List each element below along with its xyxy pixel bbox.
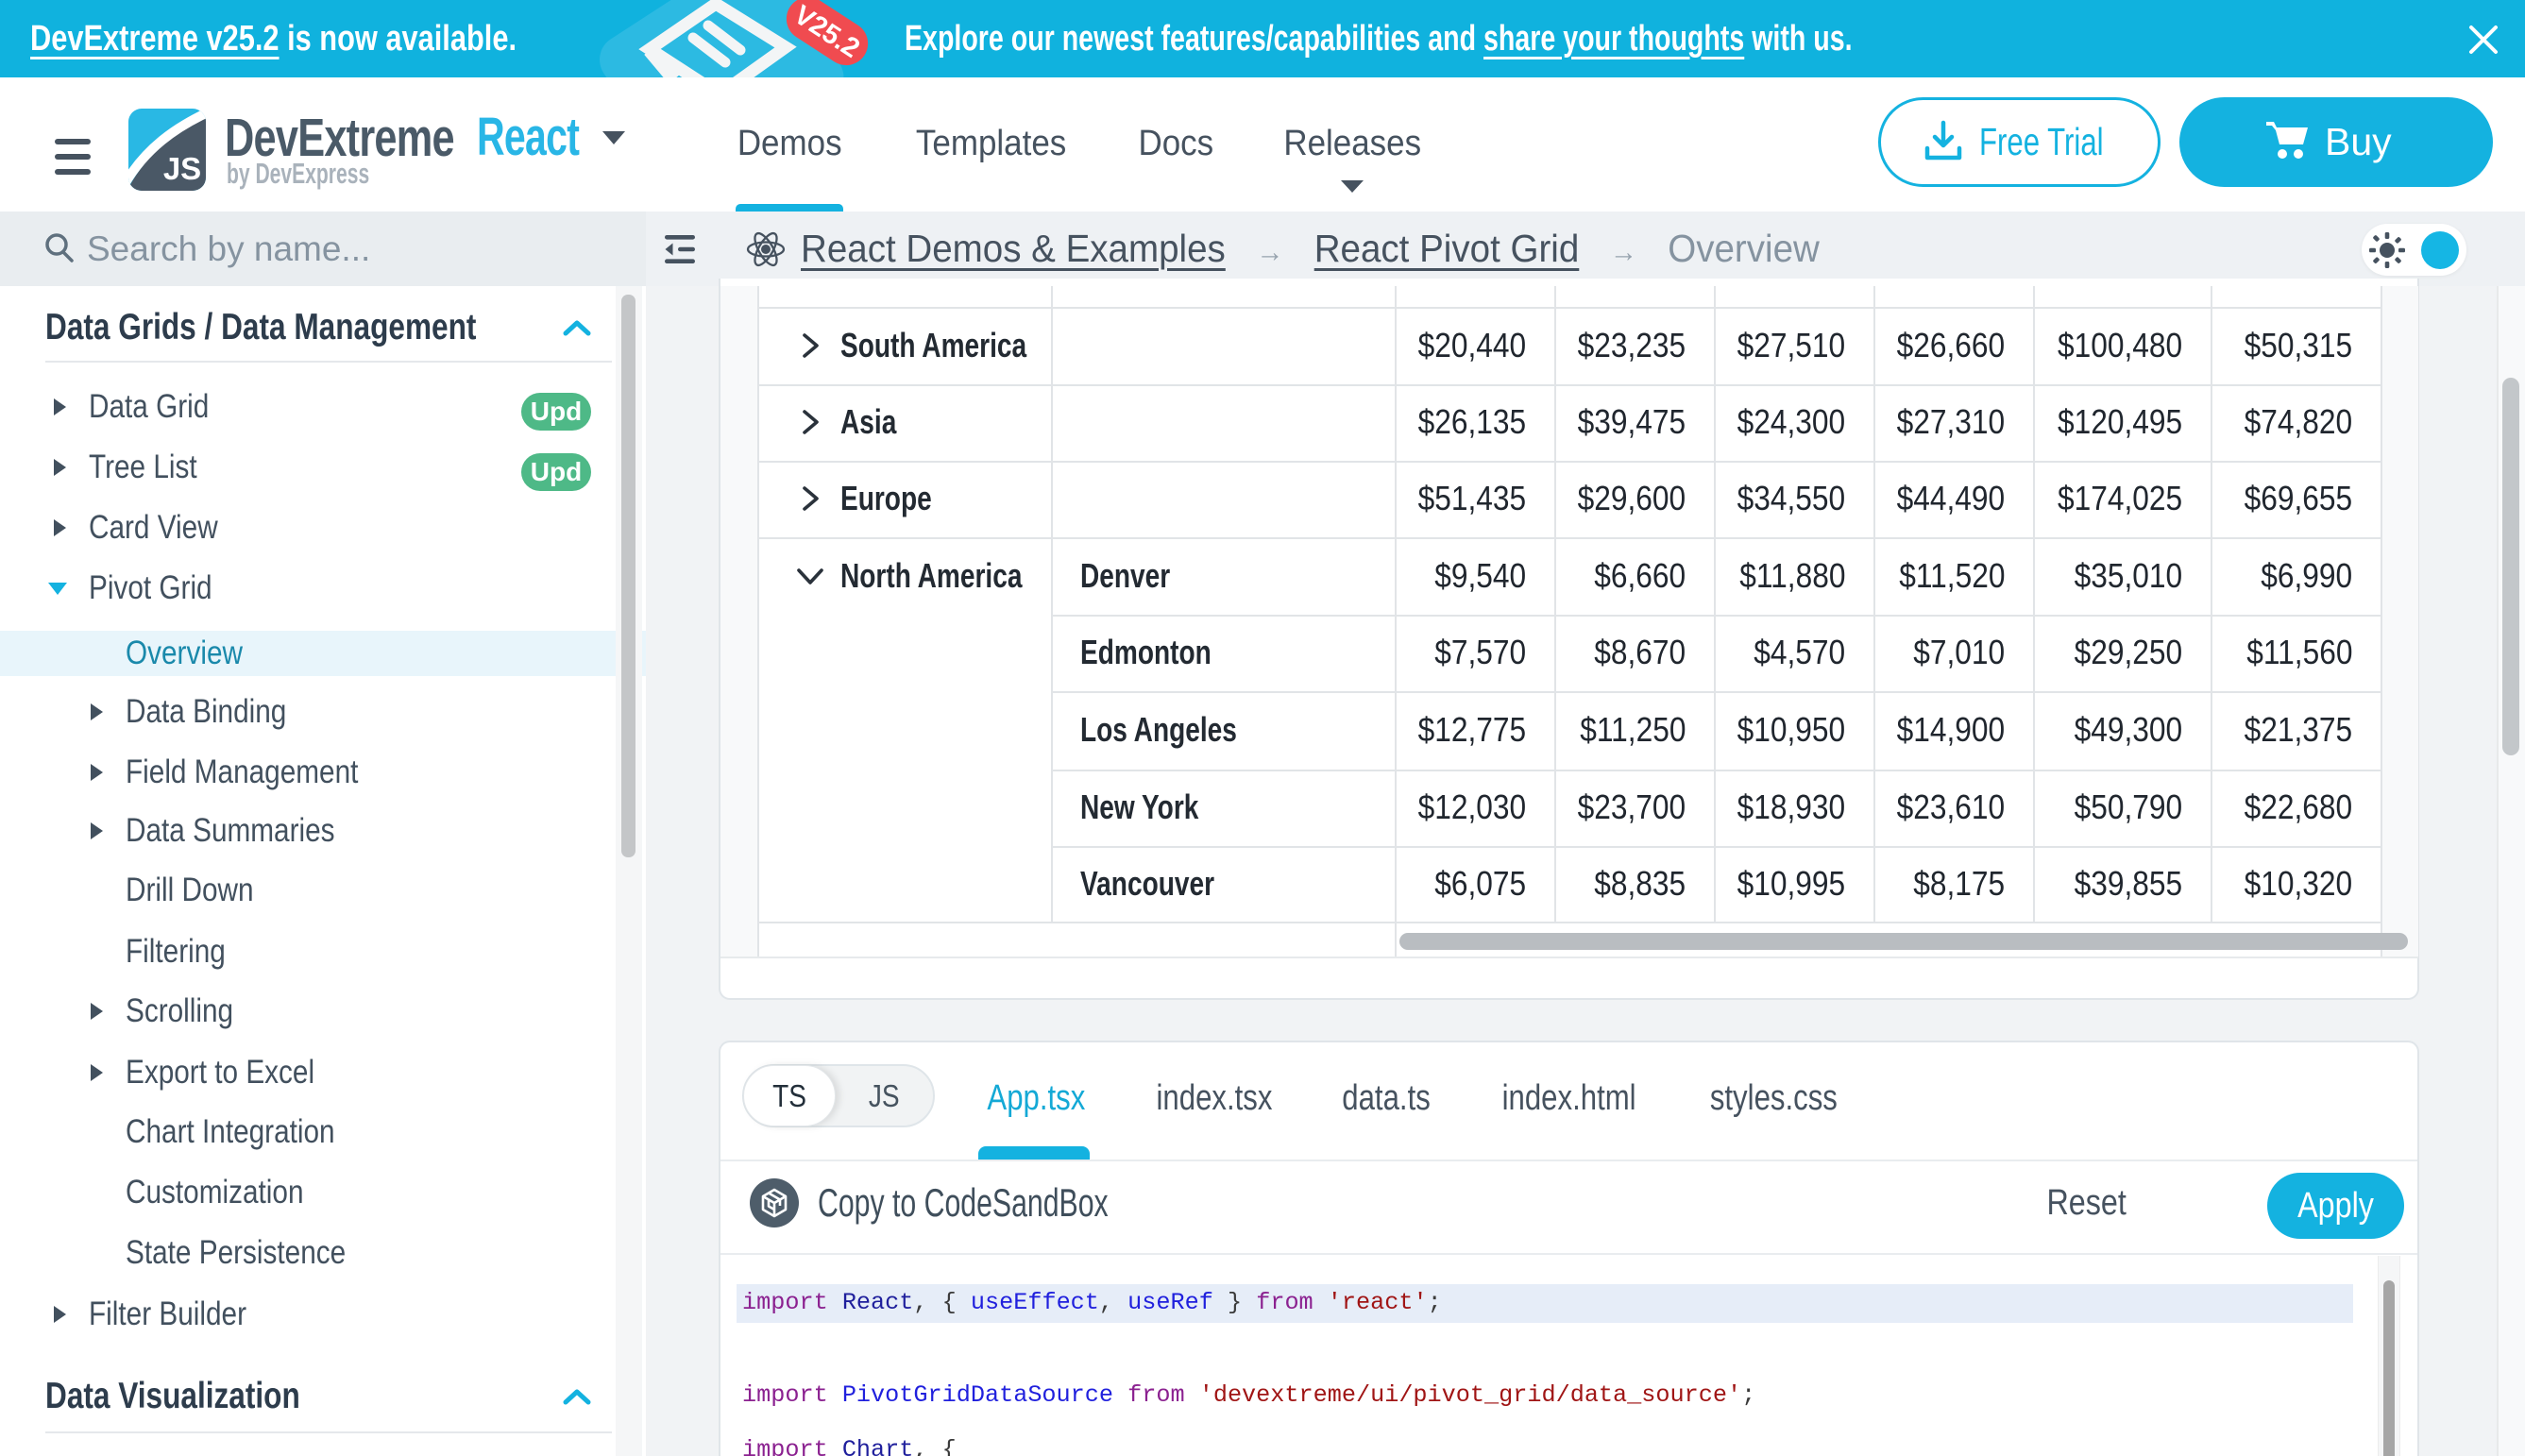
svg-text:JS: JS bbox=[163, 151, 201, 186]
